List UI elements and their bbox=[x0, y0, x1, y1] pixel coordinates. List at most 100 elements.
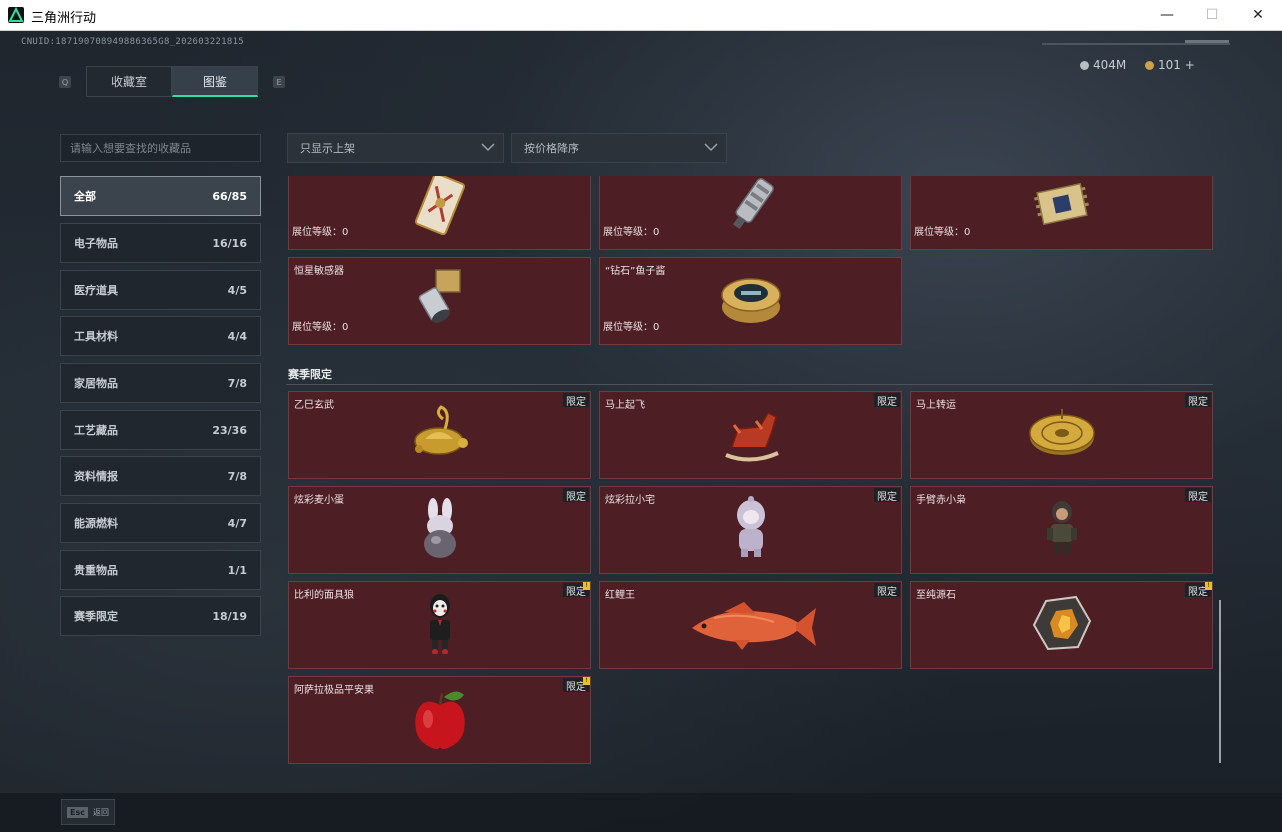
hooded-doll-icon bbox=[731, 495, 771, 565]
collectible-card[interactable]: 手臂赤小枭 限定 bbox=[910, 486, 1213, 574]
player-uid: CNUID:187190708949886365G8_202603221815 bbox=[21, 37, 245, 47]
golden-compass-icon bbox=[1027, 405, 1097, 465]
category-intel[interactable]: 资料情报 7/8 bbox=[60, 456, 261, 496]
filter-dropdown-listed[interactable]: 只显示上架 bbox=[287, 133, 504, 163]
collectible-card[interactable]: 炫彩拉小宅 限定 bbox=[599, 486, 902, 574]
app-logo-icon bbox=[8, 7, 24, 23]
collectible-card[interactable]: 炫彩麦小蛋 限定 bbox=[288, 486, 591, 574]
search-input[interactable] bbox=[60, 134, 261, 162]
sensor-icon bbox=[410, 264, 470, 334]
display-level: 展位等级：0 bbox=[603, 227, 660, 238]
collectible-card[interactable]: 比利的面具狼 限定 ! bbox=[288, 581, 591, 669]
minimize-button[interactable]: — bbox=[1144, 0, 1190, 30]
limited-badge: 限定 bbox=[874, 488, 900, 503]
tab-catalog[interactable]: 图鉴 bbox=[172, 66, 258, 97]
close-button[interactable]: ✕ bbox=[1235, 0, 1281, 30]
collectible-card[interactable]: 马上转运 限定 bbox=[910, 391, 1213, 479]
currency-gold-value: 101 + bbox=[1158, 58, 1195, 72]
display-level: 展位等级：0 bbox=[914, 227, 971, 238]
limited-badge: 限定 bbox=[563, 393, 589, 408]
back-label: 返回 bbox=[92, 807, 109, 817]
category-count: 4/7 bbox=[227, 516, 247, 530]
sort-dropdown[interactable]: 按价格降序 bbox=[511, 133, 727, 163]
limited-badge: 限定 bbox=[1185, 488, 1211, 503]
item-name: 红鲤王 bbox=[605, 590, 635, 601]
item-name: 马上起飞 bbox=[605, 400, 645, 411]
new-alert-icon: ! bbox=[1205, 582, 1212, 590]
category-tools[interactable]: 工具材料 4/4 bbox=[60, 316, 261, 356]
category-valuables[interactable]: 贵重物品 1/1 bbox=[60, 550, 261, 590]
caviar-icon bbox=[719, 271, 783, 331]
item-name: “钻石”鱼子酱 bbox=[605, 266, 666, 277]
filter-dropdown-label: 只显示上架 bbox=[300, 142, 355, 155]
header-accent-line bbox=[1185, 40, 1229, 43]
new-alert-icon: ! bbox=[583, 582, 590, 590]
collectible-card[interactable]: 展位等级：0 bbox=[288, 176, 591, 250]
game-screen: CNUID:187190708949886365G8_202603221815 … bbox=[0, 31, 1282, 832]
currency-silver-value: 404M bbox=[1093, 58, 1127, 72]
currency-gold[interactable]: 101 + bbox=[1145, 58, 1195, 72]
circuit-icon bbox=[1030, 176, 1094, 238]
category-count: 4/4 bbox=[227, 329, 247, 343]
chevron-down-icon bbox=[704, 143, 718, 152]
category-all[interactable]: 全部 66/85 bbox=[60, 176, 261, 216]
category-count: 23/36 bbox=[212, 423, 247, 437]
header-divider bbox=[1042, 43, 1230, 45]
maximize-button[interactable]: ☐ bbox=[1189, 0, 1235, 30]
limited-badge: 限定 ! bbox=[1185, 582, 1212, 598]
collectible-card[interactable]: 阿萨拉极品平安果 限定 ! bbox=[288, 676, 591, 764]
item-name: 阿萨拉极品平安果 bbox=[294, 685, 374, 696]
window-title: 三角洲行动 bbox=[31, 11, 97, 26]
card-icon bbox=[410, 176, 470, 241]
red-apple-icon bbox=[410, 687, 470, 757]
gold-coin-icon bbox=[1145, 60, 1154, 70]
collectible-card[interactable]: “钻石”鱼子酱 展位等级：0 bbox=[599, 257, 902, 345]
scrollbar[interactable] bbox=[1219, 600, 1221, 763]
category-label: 赛季限定 bbox=[74, 610, 118, 623]
collectible-card[interactable]: 至纯源石 限定 ! bbox=[910, 581, 1213, 669]
category-count: 16/16 bbox=[212, 236, 247, 250]
collectible-card[interactable]: 马上起飞 限定 bbox=[599, 391, 902, 479]
section-divider bbox=[286, 384, 1213, 385]
item-name: 至纯源石 bbox=[916, 590, 956, 601]
collectible-card[interactable]: 展位等级：0 bbox=[599, 176, 902, 250]
window-titlebar: 三角洲行动 — ☐ ✕ bbox=[0, 0, 1282, 31]
back-button[interactable]: Esc 返回 bbox=[61, 799, 115, 825]
collectible-card[interactable]: 红鲤王 限定 bbox=[599, 581, 902, 669]
key-hint-q: Q bbox=[59, 76, 71, 88]
category-medical[interactable]: 医疗道具 4/5 bbox=[60, 270, 261, 310]
category-household[interactable]: 家居物品 7/8 bbox=[60, 363, 261, 403]
chevron-down-icon bbox=[481, 143, 495, 152]
collectible-card[interactable]: 恒星敏感器 展位等级：0 bbox=[288, 257, 591, 345]
key-hint-e: E bbox=[273, 76, 285, 88]
close-icon: ✕ bbox=[1252, 7, 1264, 23]
ore-stone-icon bbox=[1032, 593, 1092, 657]
category-crafts[interactable]: 工艺藏品 23/36 bbox=[60, 410, 261, 450]
category-label: 工具材料 bbox=[74, 330, 118, 343]
item-name: 手臂赤小枭 bbox=[916, 495, 966, 506]
collectible-card[interactable]: 展位等级：0 bbox=[910, 176, 1213, 250]
category-energy[interactable]: 能源燃料 4/7 bbox=[60, 503, 261, 543]
category-count: 18/19 bbox=[212, 609, 247, 623]
tab-collection-room[interactable]: 收藏室 bbox=[86, 66, 172, 97]
display-level: 展位等级：0 bbox=[603, 322, 660, 333]
canister-icon bbox=[721, 176, 781, 241]
category-electronics[interactable]: 电子物品 16/16 bbox=[60, 223, 261, 263]
new-alert-icon: ! bbox=[583, 677, 590, 685]
bunny-egg-icon bbox=[418, 496, 462, 564]
item-name: 比利的面具狼 bbox=[294, 590, 354, 601]
silver-coin-icon bbox=[1080, 60, 1089, 70]
sort-dropdown-label: 按价格降序 bbox=[524, 142, 579, 155]
esc-key-hint: Esc bbox=[67, 806, 88, 818]
puppet-icon bbox=[422, 592, 458, 658]
collection-grid: 展位等级：0 展位等级：0 展位等级：0 恒星敏感器 展位等级：0 “钻石”鱼子… bbox=[286, 176, 1216, 764]
rocking-horse-icon bbox=[716, 403, 786, 467]
category-label: 全部 bbox=[74, 190, 96, 203]
golden-turtle-icon bbox=[405, 401, 475, 469]
limited-badge: 限定 bbox=[1185, 393, 1211, 408]
soldier-figure-icon bbox=[1045, 498, 1079, 562]
category-season-limited[interactable]: 赛季限定 18/19 bbox=[60, 596, 261, 636]
bottom-bar: Esc 返回 bbox=[0, 793, 1282, 832]
collectible-card[interactable]: 乙巳玄武 限定 bbox=[288, 391, 591, 479]
item-name: 炫彩拉小宅 bbox=[605, 495, 655, 506]
